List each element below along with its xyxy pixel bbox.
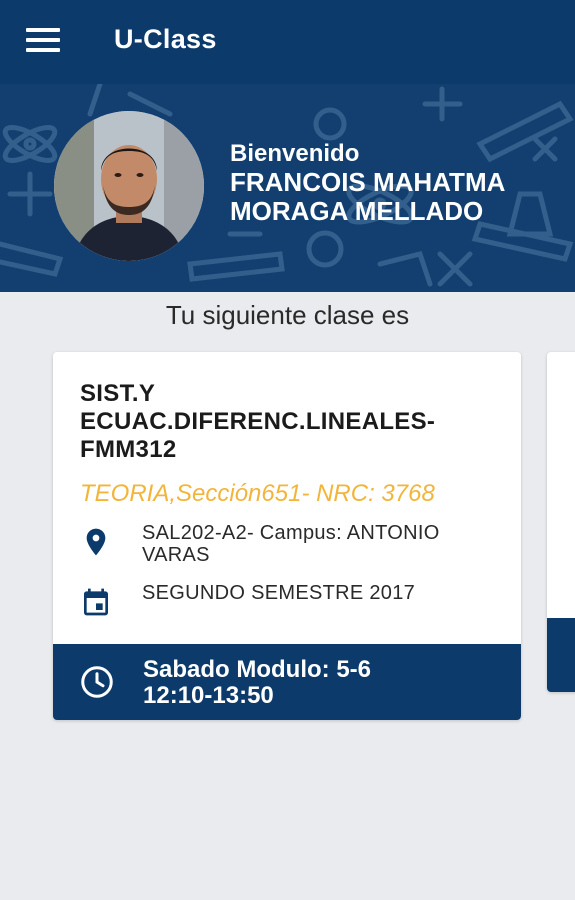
- welcome-block: Bienvenido FRANCOIS MAHATMA MORAGA MELLA…: [230, 140, 550, 226]
- app-bar: U-Class: [0, 0, 575, 84]
- term-text: SEGUNDO SEMESTRE 2017: [142, 582, 416, 604]
- clock-icon: [81, 666, 113, 698]
- calendar-icon: [84, 588, 108, 616]
- welcome-label: Bienvenido: [230, 140, 360, 167]
- profile-banner: Bienvenido FRANCOIS MAHATMA MORAGA MELLA…: [0, 84, 575, 292]
- schedule-time: 12:10-13:50: [143, 682, 274, 709]
- next-card-schedule-strip: [547, 618, 575, 692]
- avatar: [54, 111, 204, 261]
- menu-icon[interactable]: [26, 28, 60, 56]
- section-info: TEORIA,Sección651- NRC: 3768: [80, 480, 435, 507]
- schedule-day-module: Sabado Modulo: 5-6: [143, 656, 371, 683]
- app-title: U-Class: [114, 24, 217, 54]
- location-text: SAL202-A2- Campus: ANTONIO VARAS: [142, 522, 440, 566]
- location-pin-icon: [86, 528, 106, 556]
- next-class-card-peek[interactable]: [547, 352, 575, 692]
- user-name: FRANCOIS MAHATMA MORAGA MELLADO: [230, 167, 505, 226]
- course-title: SIST.Y ECUAC.DIFERENC.LINEALES-FMM312: [80, 380, 436, 463]
- schedule-text: Sabado Modulo: 5-6 12:10-13:50: [143, 657, 371, 709]
- next-class-label: Tu siguiente clase es: [165, 300, 410, 330]
- schedule-bar: Sabado Modulo: 5-6 12:10-13:50: [53, 644, 521, 720]
- next-class-card[interactable]: SIST.Y ECUAC.DIFERENC.LINEALES-FMM312 TE…: [53, 352, 521, 720]
